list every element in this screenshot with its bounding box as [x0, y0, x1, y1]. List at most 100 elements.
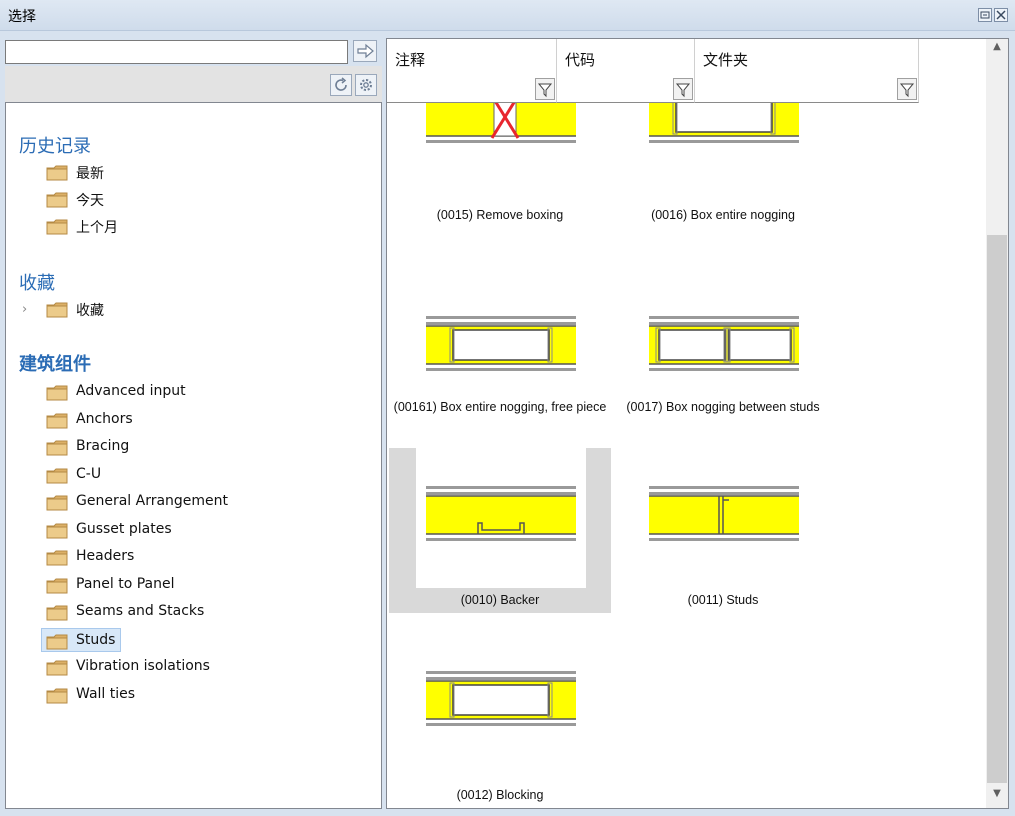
thumbnail-gallery: (0015) Remove boxing (0016) Box entire no…	[387, 103, 984, 808]
folder-icon	[46, 192, 68, 208]
thumbnail-caption: (0016) Box entire nogging	[651, 208, 795, 222]
tree-item-label: C-U	[76, 465, 102, 482]
tree-item-component[interactable]: Advanced input	[42, 380, 292, 404]
thumbnail-image	[416, 633, 586, 773]
tree-toolbar	[5, 66, 382, 102]
history-section-title: 历史记录	[19, 136, 91, 157]
filter-button-folder[interactable]	[897, 78, 917, 100]
tree-item-label: Headers	[76, 548, 135, 564]
tree-item-component[interactable]: Headers	[42, 545, 292, 569]
filter-icon	[537, 83, 553, 98]
folder-icon	[46, 550, 68, 566]
settings-button[interactable]	[355, 74, 377, 96]
arrow-right-icon	[357, 43, 374, 59]
tree-item-label: Seams and Stacks	[76, 603, 205, 619]
tree-item-label: Gusset plates	[76, 520, 172, 537]
thumbnail-caption: (0015) Remove boxing	[436, 208, 564, 222]
tree-item-component[interactable]: Bracing	[42, 435, 292, 459]
results-panel: 注释 代码 文件夹 (0015) Remove boxing (0016) Box…	[386, 38, 1009, 809]
folder-icon	[46, 440, 68, 456]
tree-item-component[interactable]: General Arrangement	[42, 490, 292, 514]
tree-item-label: Bracing	[76, 438, 130, 454]
restore-icon	[980, 11, 990, 19]
thumbnail-caption: (0012) Blocking	[456, 788, 544, 802]
tree-item-label: Wall ties	[76, 685, 136, 702]
folder-icon	[46, 302, 68, 318]
column-label-code: 代码	[565, 51, 596, 69]
tree-item-component[interactable]: Gusset plates	[42, 518, 292, 542]
folder-icon	[46, 523, 68, 538]
filter-icon	[675, 83, 691, 98]
thumbnail-image	[416, 278, 586, 418]
tree-item-label: General Arrangement	[76, 493, 229, 509]
tree-item-latest[interactable]: 最新	[42, 160, 292, 184]
restore-button[interactable]	[978, 8, 992, 22]
refresh-button[interactable]	[330, 74, 352, 96]
close-button[interactable]	[994, 8, 1008, 22]
tree-item-label: 收藏	[76, 303, 104, 319]
thumbnail-item[interactable]: (0017) Box nogging between studs	[612, 278, 834, 443]
thumbnail-item[interactable]: (0016) Box entire nogging	[612, 103, 834, 268]
refresh-icon	[335, 77, 347, 91]
folder-icon	[46, 468, 68, 483]
folder-icon	[46, 634, 68, 649]
folder-icon	[46, 688, 68, 703]
folder-icon	[46, 495, 68, 511]
tree-item-label: Advanced input	[76, 383, 186, 399]
folder-icon	[46, 605, 68, 621]
folder-icon	[46, 660, 68, 676]
thumbnail-image	[639, 448, 809, 588]
category-tree: 历史记录 最新 今天 上个月 收藏 › 收藏 建筑组件 Advanced inp…	[5, 102, 382, 809]
thumbnail-caption: (0011) Studs	[687, 593, 759, 607]
thumbnail-image	[416, 448, 586, 588]
tree-item-favorites[interactable]: 收藏	[42, 297, 292, 321]
left-panel: 历史记录 最新 今天 上个月 收藏 › 收藏 建筑组件 Advanced inp…	[5, 36, 382, 809]
filter-button-note[interactable]	[535, 78, 555, 100]
tree-item-component[interactable]: Wall ties	[42, 683, 292, 707]
scroll-thumb[interactable]	[987, 235, 1007, 783]
thumbnail-item[interactable]: (0011) Studs	[612, 448, 834, 613]
search-input[interactable]	[5, 40, 348, 64]
column-header-code[interactable]: 代码	[557, 39, 695, 103]
scroll-up-icon[interactable]: ▲	[986, 41, 1008, 59]
tree-item-label: Vibration isolations	[76, 658, 210, 674]
tree-item-component[interactable]: C-U	[42, 463, 292, 487]
tree-item-label: 最新	[76, 166, 104, 182]
title-bar: 选择	[0, 0, 1015, 31]
tree-item-last-month[interactable]: 上个月	[42, 214, 292, 238]
folder-icon	[46, 413, 68, 428]
thumbnail-item[interactable]: (0015) Remove boxing	[389, 103, 611, 268]
tree-item-component[interactable]: Anchors	[42, 408, 292, 432]
tree-item-label: Studs	[76, 631, 116, 648]
tree-item-label: Anchors	[76, 410, 133, 427]
thumbnail-item[interactable]: (0012) Blocking	[389, 633, 611, 802]
filter-icon	[899, 83, 915, 98]
column-header-folder[interactable]: 文件夹	[695, 39, 919, 103]
tree-item-today[interactable]: 今天	[42, 187, 292, 211]
components-section-title: 建筑组件	[19, 354, 91, 375]
thumbnail-item[interactable]: (00161) Box entire nogging, free piece	[389, 278, 611, 443]
tree-item-label: 上个月	[76, 220, 118, 236]
search-go-button[interactable]	[353, 40, 377, 62]
tree-item-component[interactable]: Vibration isolations	[42, 655, 292, 679]
vertical-scrollbar[interactable]: ▲ ▼	[986, 39, 1008, 808]
column-header-note[interactable]: 注释	[387, 39, 557, 103]
folder-icon	[46, 165, 68, 181]
folder-icon	[46, 385, 68, 401]
thumbnail-item[interactable]: (0010) Backer	[389, 448, 611, 613]
gear-icon	[360, 79, 372, 91]
column-label-folder: 文件夹	[703, 51, 749, 69]
tree-item-component[interactable]: Seams and Stacks	[42, 600, 292, 624]
thumbnail-caption: (0017) Box nogging between studs	[626, 400, 820, 414]
thumbnail-image	[639, 278, 809, 418]
tree-item-component[interactable]: Panel to Panel	[42, 573, 292, 597]
scroll-down-icon[interactable]: ▼	[986, 788, 1008, 806]
thumbnail-caption: (00161) Box entire nogging, free piece	[393, 400, 607, 414]
window-title: 选择	[8, 9, 36, 25]
chevron-right-icon[interactable]: ›	[22, 302, 27, 317]
tree-item-label: Panel to Panel	[76, 575, 175, 592]
filter-button-code[interactable]	[673, 78, 693, 100]
tree-item-component[interactable]: Studs	[41, 627, 121, 652]
folder-icon	[46, 578, 68, 593]
close-icon	[996, 10, 1006, 20]
